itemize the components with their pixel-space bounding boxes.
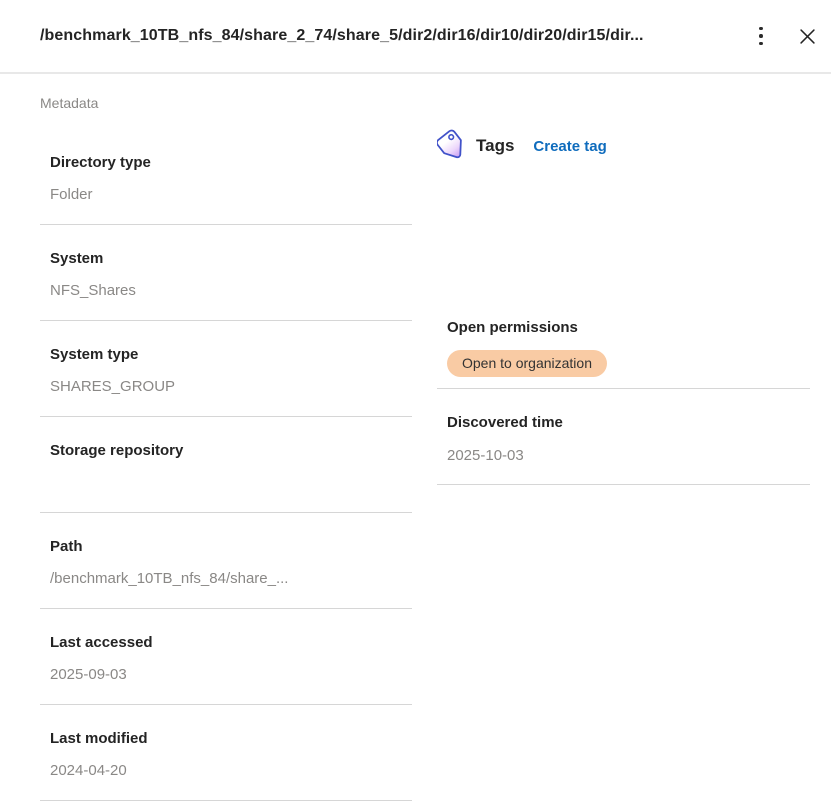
field-row-directory-type: Directory type Folder: [40, 129, 412, 225]
close-icon: [800, 29, 815, 44]
tags-header: Tags Create tag: [437, 128, 810, 164]
field-label: Last modified: [50, 730, 412, 747]
discovered-time-value: 2025-10-03: [447, 448, 810, 463]
field-label: Directory type: [50, 154, 412, 171]
divider: [437, 484, 810, 485]
field-value: [50, 475, 412, 490]
metadata-section: Metadata Directory type Folder System NF…: [40, 74, 412, 801]
create-tag-link[interactable]: Create tag: [533, 138, 606, 155]
panel-title: /benchmark_10TB_nfs_84/share_2_74/share_…: [40, 27, 745, 45]
discovered-time-label: Discovered time: [447, 414, 810, 431]
field-value: 2024-04-20: [50, 763, 412, 778]
field-row-system: System NFS_Shares: [40, 225, 412, 321]
field-row-storage-repository: Storage repository: [40, 417, 412, 513]
field-label: Path: [50, 538, 412, 555]
tag-icon: [437, 128, 467, 164]
open-permissions-label: Open permissions: [447, 319, 810, 336]
panel-header: /benchmark_10TB_nfs_84/share_2_74/share_…: [0, 0, 831, 74]
field-value: SHARES_GROUP: [50, 379, 412, 394]
metadata-section-label: Metadata: [40, 95, 412, 111]
field-row-last-accessed: Last accessed 2025-09-03: [40, 609, 412, 705]
field-label: Last accessed: [50, 634, 412, 651]
more-options-button[interactable]: [745, 20, 777, 52]
tags-permissions-section: Tags Create tag Open permissions Open to…: [437, 74, 810, 485]
field-row-system-type: System type SHARES_GROUP: [40, 321, 412, 417]
field-label: System type: [50, 346, 412, 363]
field-value: Folder: [50, 187, 412, 202]
permission-badge: Open to organization: [447, 350, 607, 377]
field-value: NFS_Shares: [50, 283, 412, 298]
field-label: Storage repository: [50, 442, 412, 459]
field-value: 2025-09-03: [50, 667, 412, 682]
field-row-path: Path /benchmark_10TB_nfs_84/share_...: [40, 513, 412, 609]
kebab-vertical-icon: [759, 27, 763, 46]
divider: [437, 388, 810, 389]
close-button[interactable]: [791, 20, 823, 52]
field-value: /benchmark_10TB_nfs_84/share_...: [50, 571, 412, 586]
open-permissions-badge-row: Open to organization: [447, 350, 810, 377]
field-label: System: [50, 250, 412, 267]
tags-title: Tags: [476, 136, 514, 156]
